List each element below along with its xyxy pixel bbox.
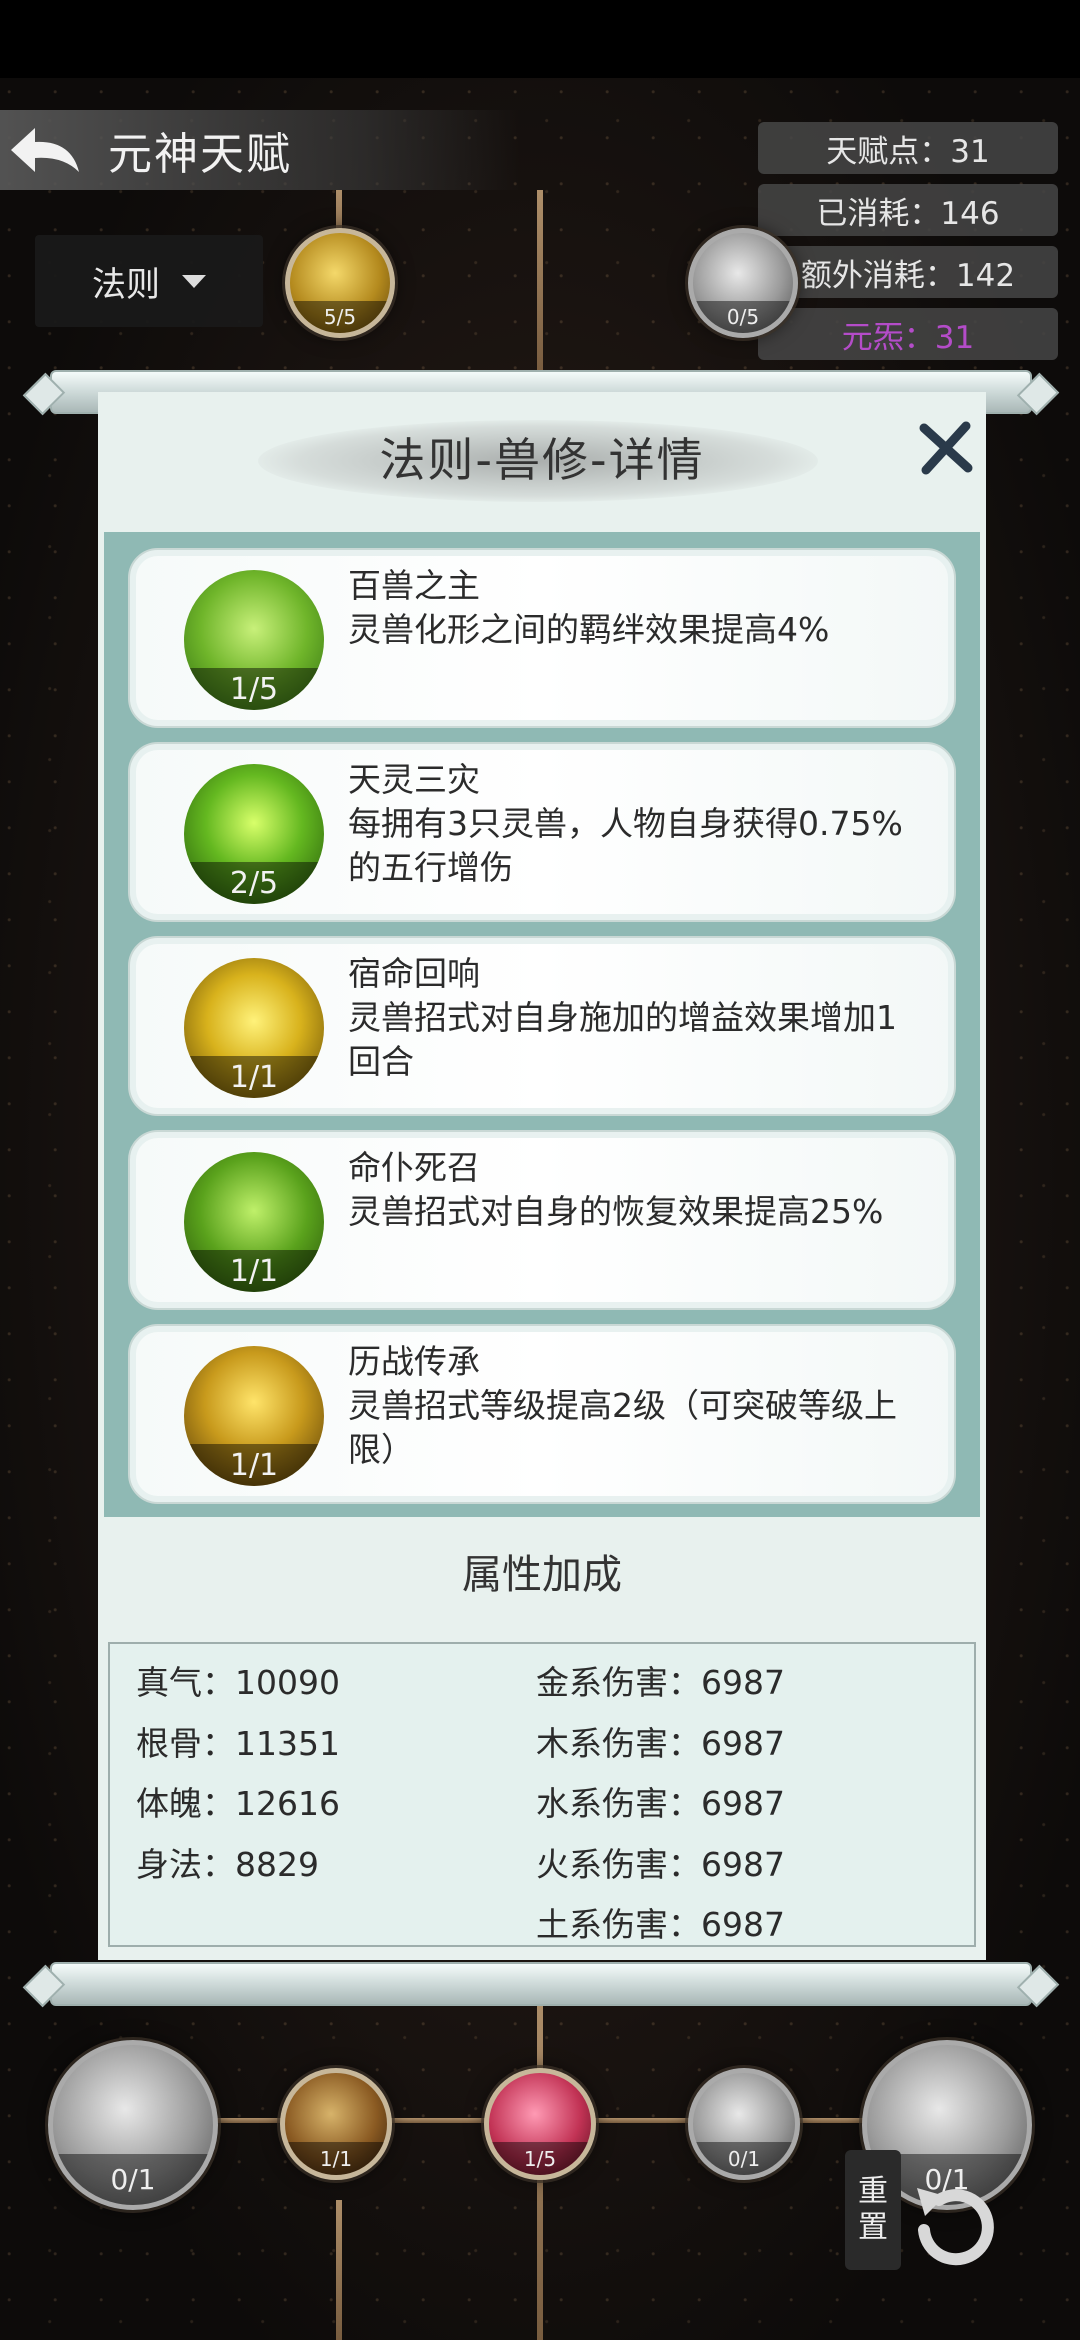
talent-node-count: 0/1 bbox=[53, 2153, 213, 2205]
detail-panel: 法则-兽修-详情 1/5 百兽之主 灵兽化形之间的羁绊效果提高4% 2/5 天灵… bbox=[98, 392, 986, 1960]
chevron-down-icon bbox=[182, 274, 206, 288]
tree-connector bbox=[336, 2200, 342, 2340]
talent-description: 灵兽招式对自身施加的增益效果增加1回合 bbox=[348, 998, 897, 1081]
extra-consumed-stat: 额外消耗：142 bbox=[758, 246, 1058, 298]
talent-name: 百兽之主 bbox=[348, 566, 480, 605]
reset-button[interactable]: 重 置 bbox=[845, 2150, 1045, 2290]
talent-count: 1/1 bbox=[184, 1444, 324, 1486]
talent-node[interactable]: 0/1 bbox=[48, 2040, 218, 2210]
talent-name: 历战传承 bbox=[348, 1342, 480, 1381]
talent-description: 灵兽招式对自身的恢复效果提高25% bbox=[348, 1192, 884, 1231]
green-flame-icon: 2/5 bbox=[184, 764, 324, 904]
talent-description: 每拥有3只灵兽，人物自身获得0.75%的五行增伤 bbox=[348, 804, 903, 887]
warrior-silhouette-icon: 1/1 bbox=[184, 1346, 324, 1486]
talent-node-count: 0/5 bbox=[693, 301, 793, 333]
attribute-metal-damage: 金系伤害：6987 bbox=[536, 1663, 785, 1703]
attribute-column-right: 金系伤害：6987 木系伤害：6987 水系伤害：6987 火系伤害：6987 … bbox=[536, 1650, 785, 1953]
reset-label-top: 重 bbox=[858, 2174, 888, 2209]
talent-node[interactable]: 1/5 bbox=[484, 2068, 596, 2180]
attribute-bonus-box: 真气：10090 根骨：11351 体魄：12616 身法：8829 金系伤害：… bbox=[108, 1642, 976, 1947]
talent-node[interactable]: 1/1 bbox=[280, 2068, 392, 2180]
talent-node[interactable]: 0/5 bbox=[688, 228, 798, 338]
category-dropdown[interactable]: 法则 bbox=[35, 235, 263, 327]
attribute-water-damage: 水系伤害：6987 bbox=[536, 1784, 785, 1824]
attribute-gengu: 根骨：11351 bbox=[136, 1723, 340, 1763]
tree-connector bbox=[537, 190, 543, 370]
talent-node[interactable]: 5/5 bbox=[285, 228, 395, 338]
panel-header: 法则-兽修-详情 bbox=[98, 392, 986, 522]
talent-node-count: 0/1 bbox=[693, 2142, 795, 2175]
talent-node[interactable]: 0/1 bbox=[688, 2068, 800, 2180]
yuanqi-stat: 元炁：31 bbox=[758, 308, 1058, 360]
close-button[interactable] bbox=[910, 412, 982, 484]
attribute-tipo: 体魄：12616 bbox=[136, 1784, 340, 1824]
heal-cross-icon: 1/1 bbox=[184, 1152, 324, 1292]
attribute-fire-damage: 火系伤害：6987 bbox=[536, 1844, 785, 1884]
talent-description: 灵兽招式等级提高2级（可突破等级上限） bbox=[348, 1386, 897, 1469]
back-arrow-icon[interactable] bbox=[0, 110, 90, 190]
status-bar bbox=[0, 0, 1080, 78]
talent-count: 1/1 bbox=[184, 1056, 324, 1098]
page-title: 元神天赋 bbox=[108, 129, 292, 180]
reset-label-bottom: 置 bbox=[858, 2210, 888, 2245]
talent-name: 宿命回响 bbox=[348, 954, 480, 993]
talent-count: 1/1 bbox=[184, 1250, 324, 1292]
lion-head-icon: 1/5 bbox=[184, 570, 324, 710]
talent-card[interactable]: 2/5 天灵三灾 每拥有3只灵兽，人物自身获得0.75%的五行增伤 bbox=[128, 742, 956, 922]
talent-name: 天灵三灾 bbox=[348, 760, 480, 799]
talent-name: 命仆死召 bbox=[348, 1148, 480, 1187]
close-icon bbox=[919, 421, 973, 475]
talent-card[interactable]: 1/1 宿命回响 灵兽招式对自身施加的增益效果增加1回合 bbox=[128, 936, 956, 1116]
consumed-stat: 已消耗：146 bbox=[758, 184, 1058, 236]
talent-count: 2/5 bbox=[184, 862, 324, 904]
title-bar: 元神天赋 bbox=[0, 110, 520, 190]
attribute-earth-damage: 土系伤害：6987 bbox=[536, 1905, 785, 1945]
talent-card[interactable]: 1/1 命仆死召 灵兽招式对自身的恢复效果提高25% bbox=[128, 1130, 956, 1310]
talent-card[interactable]: 1/5 百兽之主 灵兽化形之间的羁绊效果提高4% bbox=[128, 548, 956, 728]
talent-node-count: 1/1 bbox=[285, 2142, 387, 2175]
talent-points-stat: 天赋点：31 bbox=[758, 122, 1058, 174]
talent-list: 1/5 百兽之主 灵兽化形之间的羁绊效果提高4% 2/5 天灵三灾 每拥有3只灵… bbox=[104, 532, 980, 1517]
talent-description: 灵兽化形之间的羁绊效果提高4% bbox=[348, 610, 830, 649]
scroll-rod-bottom bbox=[50, 1962, 1032, 2006]
attribute-bonus-title: 属性加成 bbox=[462, 1552, 622, 1598]
panel-title: 法则-兽修-详情 bbox=[379, 433, 705, 487]
reset-arrow-icon bbox=[917, 2188, 994, 2266]
talent-card[interactable]: 1/1 历战传承 灵兽招式等级提高2级（可突破等级上限） bbox=[128, 1324, 956, 1504]
attribute-zhenqi: 真气：10090 bbox=[136, 1663, 340, 1703]
talent-node-count: 5/5 bbox=[290, 301, 390, 333]
attribute-column-left: 真气：10090 根骨：11351 体魄：12616 身法：8829 bbox=[136, 1650, 340, 1892]
talent-node-count: 1/5 bbox=[489, 2142, 591, 2175]
attribute-shenfa: 身法：8829 bbox=[136, 1844, 319, 1884]
reset-label: 重 置 bbox=[845, 2150, 901, 2270]
golden-rings-icon: 1/1 bbox=[184, 958, 324, 1098]
category-dropdown-value: 法则 bbox=[92, 264, 160, 305]
attribute-wood-damage: 木系伤害：6987 bbox=[536, 1723, 785, 1763]
talent-count: 1/5 bbox=[184, 668, 324, 710]
